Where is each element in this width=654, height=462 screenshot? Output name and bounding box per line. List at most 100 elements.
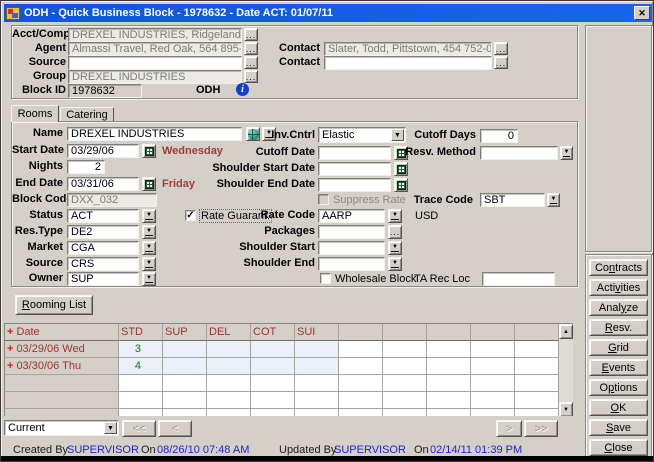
market-field[interactable]: CGA [67, 241, 139, 255]
nav-first-button[interactable]: << [122, 420, 156, 437]
grid-cell[interactable] [515, 358, 559, 375]
grid-row-1[interactable]: +03/29/06 Wed 3 [4, 341, 573, 358]
packages-lov-button[interactable]: ... [388, 225, 402, 239]
contact2-lov-button[interactable]: ... [494, 56, 508, 69]
grid-cell[interactable] [515, 375, 559, 392]
shoulder-end-date-field[interactable] [318, 178, 391, 192]
owner-field[interactable]: SUP [67, 272, 139, 286]
grid-cell[interactable] [207, 409, 251, 416]
grid-cell[interactable] [471, 341, 515, 358]
nav-prev-button[interactable]: < [158, 420, 192, 437]
contracts-button[interactable]: Contracts [589, 259, 648, 276]
grid-cell[interactable] [119, 392, 163, 409]
agent-field[interactable]: Almassi Travel, Red Oak, 564 895-7954 [68, 42, 242, 56]
group-field[interactable]: DREXEL INDUSTRIES [68, 70, 242, 84]
grid-cell[interactable] [383, 392, 427, 409]
grid-cell[interactable] [163, 358, 207, 375]
contact2-field[interactable] [324, 56, 492, 70]
grid-cell[interactable] [471, 358, 515, 375]
rate-guarant-checkbox[interactable]: ✓ [185, 210, 196, 221]
grid-cell[interactable] [339, 358, 383, 375]
grid-date-cell[interactable]: +03/29/06 Wed [4, 341, 119, 358]
grid-std-cell[interactable]: 3 [119, 341, 163, 358]
shoulder-end-date-calendar-button[interactable] [394, 178, 408, 192]
grid-cell[interactable] [207, 392, 251, 409]
status-lov-button[interactable]: ▼ [142, 209, 156, 223]
grid-cell[interactable] [163, 392, 207, 409]
grid-header-cot[interactable]: COT [251, 324, 295, 341]
start-date-calendar-button[interactable] [142, 144, 156, 158]
source-lov-button[interactable]: ... [244, 56, 258, 69]
packages-field[interactable] [318, 225, 385, 239]
grid-cell[interactable] [163, 409, 207, 416]
shoulder-end-lov-button[interactable]: ▼ [388, 257, 402, 271]
resv-method-lov-button[interactable]: ▼ [560, 146, 573, 160]
grid-cell[interactable] [427, 358, 471, 375]
acct-comp-field[interactable]: DREXEL INDUSTRIES, Ridgeland, 564 52 [68, 28, 242, 42]
res-type-lov-button[interactable]: ▼ [142, 225, 156, 239]
grid-cell[interactable] [119, 409, 163, 416]
grid-row-empty[interactable] [4, 409, 573, 416]
grid-cell[interactable] [163, 375, 207, 392]
rooming-list-button[interactable]: Rooming List [15, 295, 93, 315]
grid-cell[interactable] [251, 341, 295, 358]
grid-header-del[interactable]: DEL [207, 324, 251, 341]
grid-cell[interactable] [295, 358, 339, 375]
grid-cell[interactable] [471, 375, 515, 392]
market-lov-button[interactable]: ▼ [142, 241, 156, 255]
shoulder-start-date-field[interactable] [318, 162, 391, 176]
activities-button[interactable]: Activities [589, 279, 648, 296]
combo-arrow-icon[interactable]: ▼ [104, 422, 117, 434]
trace-code-lov-button[interactable]: ▼ [547, 193, 560, 207]
grid-cell[interactable] [251, 358, 295, 375]
grid-cell[interactable] [471, 392, 515, 409]
grid-std-cell[interactable]: 4 [119, 358, 163, 375]
source-code-field[interactable]: CRS [67, 257, 139, 271]
end-date-calendar-button[interactable] [142, 177, 156, 191]
close-window-button[interactable]: ✕ [634, 6, 650, 20]
grid-date-cell[interactable]: +03/30/06 Thu [4, 358, 119, 375]
cutoff-days-field[interactable]: 0 [480, 129, 518, 143]
scroll-down-button[interactable]: ▼ [559, 402, 573, 416]
shoulder-start-date-calendar-button[interactable] [394, 162, 408, 176]
grid-cell[interactable] [515, 392, 559, 409]
nights-field[interactable]: 2 [67, 160, 105, 174]
grid-cell[interactable] [383, 341, 427, 358]
grid-header-sui[interactable]: SUI [295, 324, 339, 341]
grid-date-cell[interactable] [4, 392, 119, 409]
grid-cell[interactable] [383, 375, 427, 392]
grid-cell[interactable] [207, 375, 251, 392]
owner-lov-button[interactable]: ▼ [142, 272, 156, 286]
grid-cell[interactable] [207, 341, 251, 358]
wholesale-block-checkbox[interactable] [320, 273, 331, 284]
contact1-lov-button[interactable]: ... [494, 42, 508, 55]
grid-cell[interactable] [251, 375, 295, 392]
grid-cell[interactable] [295, 392, 339, 409]
grid-cell[interactable] [295, 341, 339, 358]
analyze-button[interactable]: Analyze [589, 299, 648, 316]
grid-cell[interactable] [119, 375, 163, 392]
grid-cell[interactable] [339, 409, 383, 416]
grid-cell[interactable] [427, 409, 471, 416]
grid-vertical-scrollbar[interactable]: ▲ ▼ [559, 324, 573, 416]
grid-cell[interactable] [251, 392, 295, 409]
rate-code-lov-button[interactable]: ▼ [388, 209, 402, 223]
grid-cell[interactable] [471, 409, 515, 416]
grid-row-empty[interactable] [4, 375, 573, 392]
resv-button[interactable]: Resv. [589, 319, 648, 336]
grid-cell[interactable] [163, 341, 207, 358]
grid-cell[interactable] [427, 341, 471, 358]
view-combobox[interactable]: Current ▼ [4, 420, 119, 436]
grid-row-2[interactable]: +03/30/06 Thu 4 [4, 358, 573, 375]
info-icon[interactable]: i [236, 83, 249, 96]
ta-rec-loc-field[interactable] [482, 272, 555, 286]
agent-lov-button[interactable]: ... [244, 42, 258, 55]
shoulder-end-field[interactable] [318, 257, 385, 271]
save-button[interactable]: Save [589, 419, 648, 436]
grid-cell[interactable] [339, 375, 383, 392]
source-field[interactable] [68, 56, 242, 70]
nav-last-button[interactable]: >> [524, 420, 558, 437]
group-lov-button[interactable]: ... [244, 70, 258, 83]
trace-code-field[interactable]: SBT [480, 193, 545, 207]
status-field[interactable]: ACT [67, 209, 139, 223]
